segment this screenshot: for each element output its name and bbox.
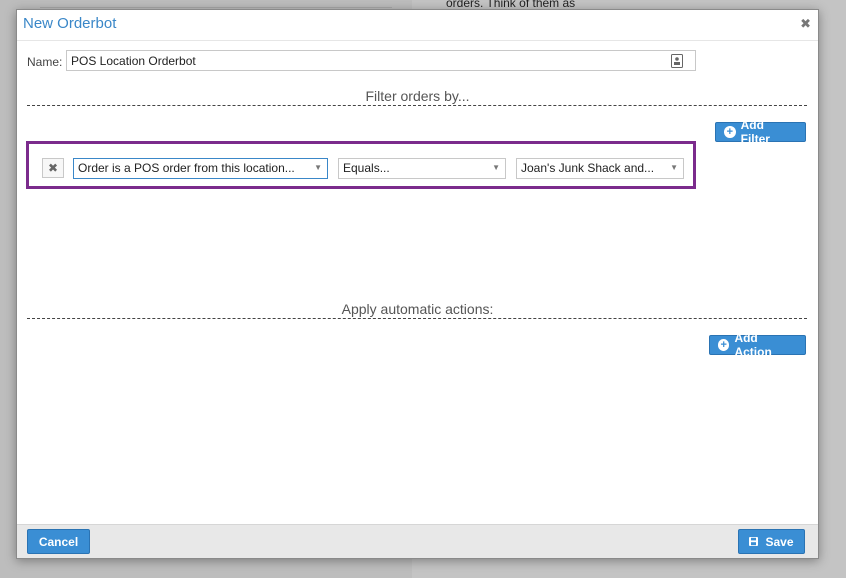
add-action-button[interactable]: + Add Action: [709, 331, 806, 359]
add-action-label: Add Action: [734, 331, 772, 359]
title-divider: [17, 40, 818, 41]
dropdown-arrow-icon: ▼: [670, 163, 678, 172]
name-label: Name:: [27, 55, 63, 69]
action-section-heading: Apply automatic actions:: [341, 301, 494, 317]
filter-operator-select[interactable]: Equals... ▼: [338, 158, 506, 179]
filter-section-divider: [27, 105, 807, 106]
floppy-disk-icon: [749, 537, 759, 546]
filter-value-value: Joan's Junk Shack and...: [521, 161, 655, 175]
action-section-divider: [27, 318, 807, 319]
filter-field-select[interactable]: Order is a POS order from this location.…: [73, 158, 328, 179]
name-input[interactable]: [66, 50, 696, 71]
close-x-icon[interactable]: ✖: [800, 16, 811, 32]
filter-field-value: Order is a POS order from this location.…: [78, 161, 295, 175]
plus-circle-icon: +: [718, 339, 730, 351]
dialog-footer: Cancel Save: [17, 524, 818, 558]
save-button[interactable]: Save: [738, 529, 805, 554]
new-orderbot-dialog: New Orderbot ✖ Name: Filter orders by...…: [16, 9, 819, 559]
dropdown-arrow-icon: ▼: [314, 163, 322, 172]
close-x-icon: ✖: [47, 161, 59, 175]
filter-section-heading: Filter orders by...: [365, 88, 470, 104]
save-label: Save: [765, 534, 794, 549]
plus-circle-icon: +: [724, 126, 736, 138]
dropdown-arrow-icon: ▼: [492, 163, 500, 172]
cancel-button[interactable]: Cancel: [27, 529, 90, 554]
background-divider: [40, 7, 392, 8]
contact-card-icon[interactable]: [671, 54, 683, 68]
cancel-label: Cancel: [38, 534, 79, 549]
add-filter-label: Add Filter: [740, 118, 770, 146]
dialog-title: New Orderbot: [23, 15, 117, 32]
filter-operator-value: Equals...: [343, 161, 390, 175]
filter-row: ✖ Order is a POS order from this locatio…: [26, 141, 696, 189]
filter-value-select[interactable]: Joan's Junk Shack and... ▼: [516, 158, 684, 179]
add-filter-button[interactable]: + Add Filter: [715, 118, 806, 146]
remove-filter-button[interactable]: ✖: [42, 158, 64, 178]
